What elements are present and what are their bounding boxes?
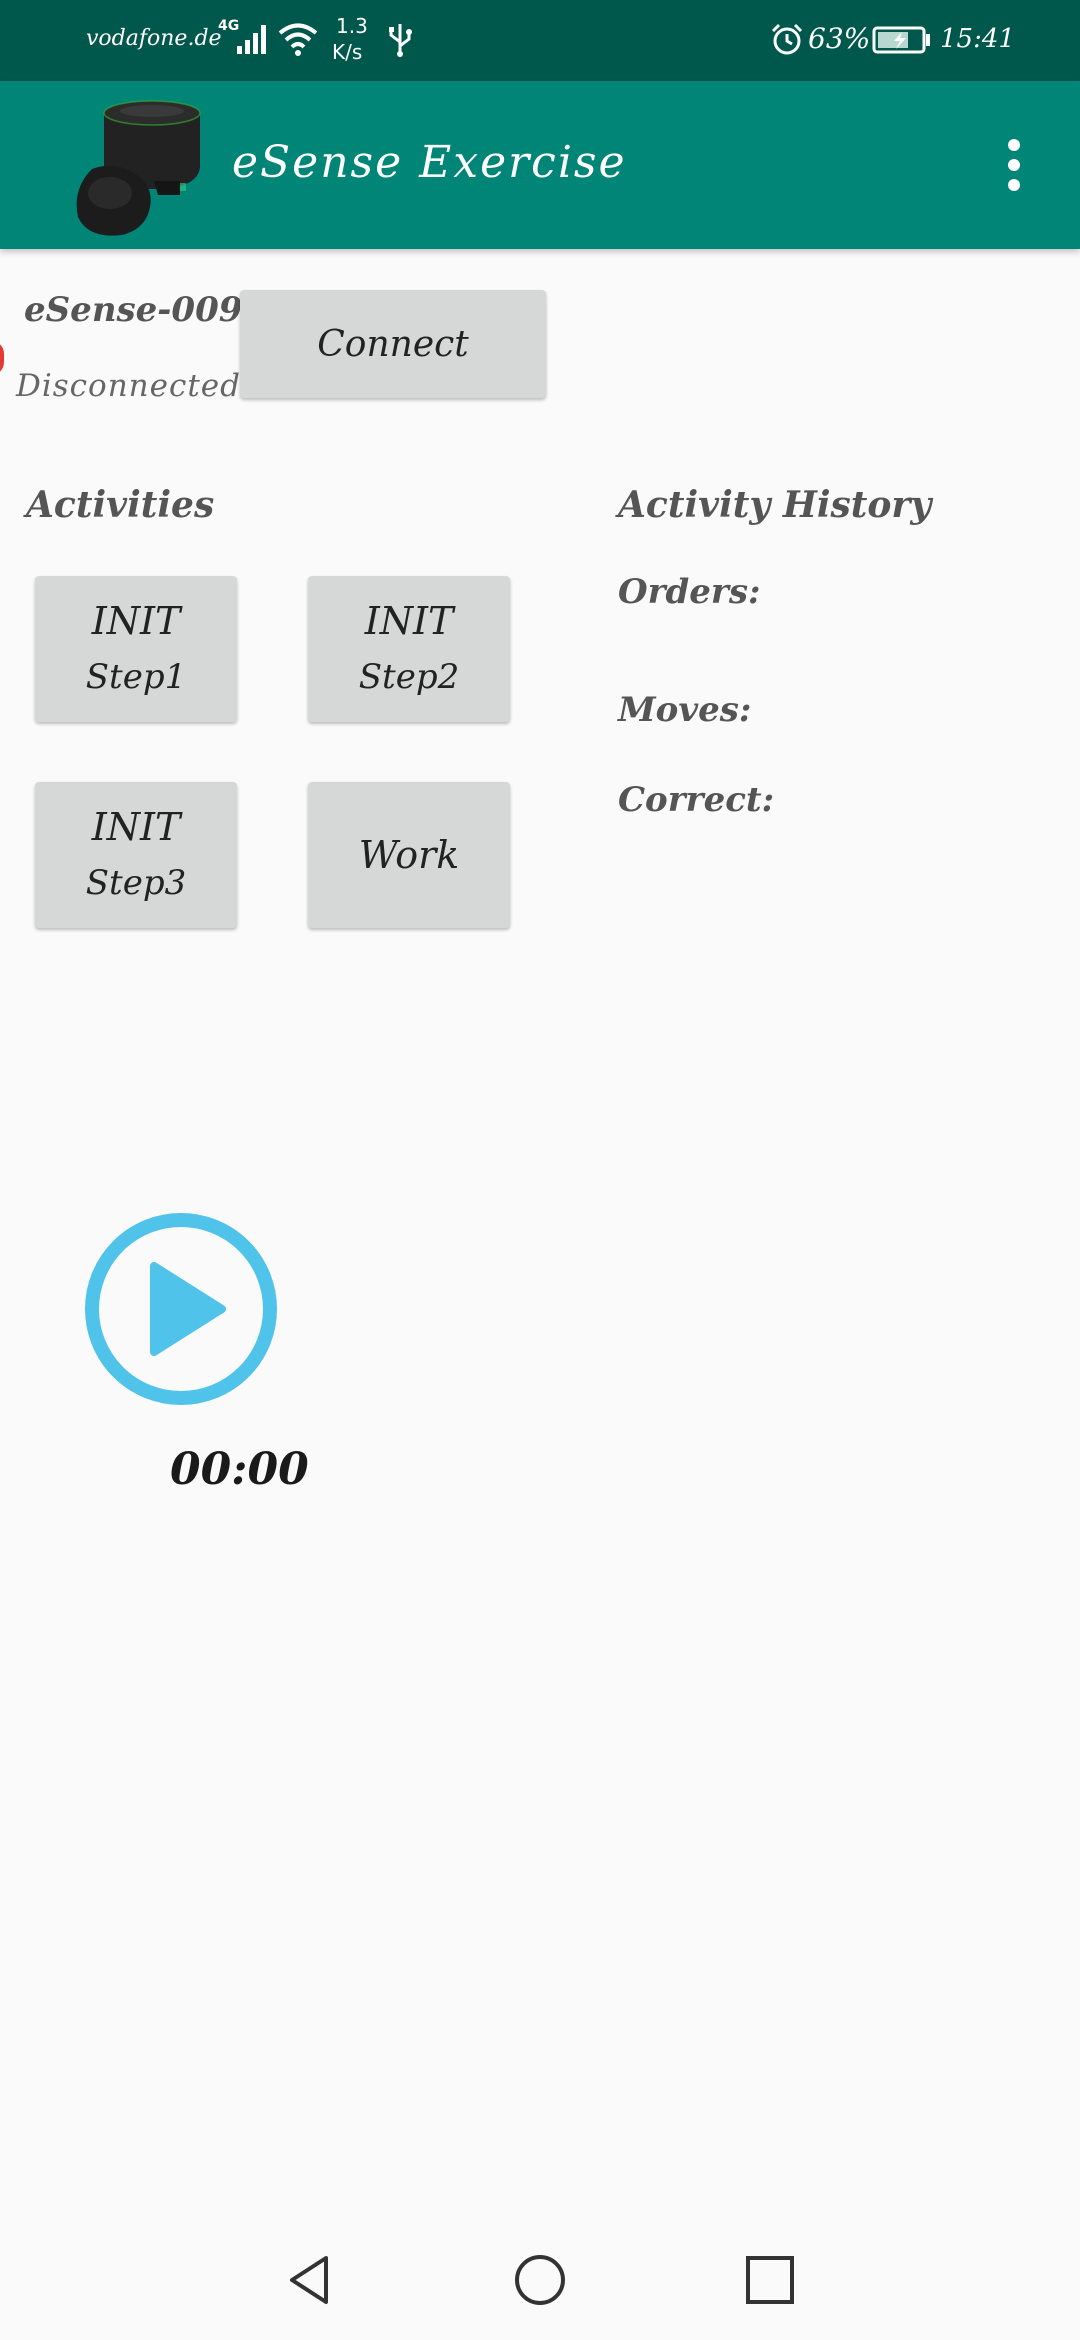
work-button-label: Work xyxy=(358,833,460,877)
work-button[interactable]: Work xyxy=(308,782,510,928)
signal-icon xyxy=(237,25,266,54)
activities-heading: Activities xyxy=(26,484,215,526)
init-step3-line1: INIT xyxy=(91,805,181,849)
recents-icon[interactable] xyxy=(742,2252,798,2308)
app-title: eSense Exercise xyxy=(232,137,627,188)
back-icon[interactable] xyxy=(282,2252,338,2308)
init-step3-line2: Step3 xyxy=(85,863,187,903)
earbud-logo-icon xyxy=(76,100,201,236)
init-step1-line2: Step1 xyxy=(85,657,187,697)
usb-icon xyxy=(389,24,412,57)
orders-label: Orders: xyxy=(618,572,761,612)
init-step3-button[interactable]: INIT Step3 xyxy=(35,782,237,928)
play-icon[interactable] xyxy=(82,1210,280,1408)
data-speed-unit: K/s xyxy=(332,40,363,64)
connect-button[interactable]: Connect xyxy=(240,290,546,398)
clock-label: 15:41 xyxy=(940,24,1015,54)
moves-label: Moves: xyxy=(618,690,752,730)
connect-button-label: Connect xyxy=(317,323,469,365)
init-step1-line1: INIT xyxy=(91,599,181,643)
status-indicator-dot xyxy=(0,340,4,376)
battery-icon xyxy=(872,26,930,54)
device-name: eSense-0091 xyxy=(24,290,267,330)
init-step2-button[interactable]: INIT Step2 xyxy=(308,576,510,722)
carrier-label: vodafone.de xyxy=(86,26,222,51)
app-bar: eSense Exercise xyxy=(0,81,1080,249)
timer-label: 00:00 xyxy=(170,1444,309,1495)
init-step1-button[interactable]: INIT Step1 xyxy=(35,576,237,722)
connection-status: Disconnected xyxy=(16,368,241,404)
init-step2-line1: INIT xyxy=(364,599,454,643)
wifi-icon xyxy=(278,23,318,56)
data-speed-value: 1.3 xyxy=(336,14,368,38)
navigation-bar xyxy=(0,2222,1080,2340)
alarm-icon xyxy=(771,23,803,55)
overflow-menu-icon[interactable] xyxy=(990,133,1038,197)
battery-percent-label: 63% xyxy=(808,22,871,55)
correct-label: Correct: xyxy=(618,780,775,820)
home-icon[interactable] xyxy=(512,2252,568,2308)
init-step2-line2: Step2 xyxy=(358,657,460,697)
status-bar: vodafone.de 4G 1.3 K/s 63% 15:41 xyxy=(0,0,1080,81)
activity-history-heading: Activity History xyxy=(618,484,932,526)
